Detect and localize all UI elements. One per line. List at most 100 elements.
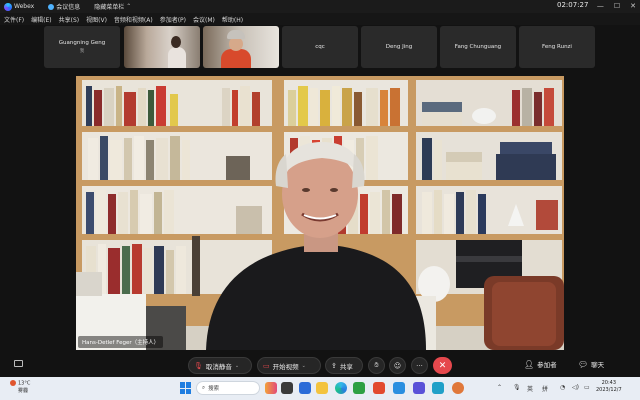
participant-name: Guangning Geng — [58, 40, 106, 46]
active-speaker-video[interactable]: Hans-Detlef Feger（主持人） — [76, 76, 564, 350]
video-off-icon: ▭ — [263, 361, 270, 370]
weather-temp: 13°C — [18, 380, 31, 387]
app-icon[interactable] — [413, 382, 425, 394]
chevron-down-icon[interactable]: ⌄ — [235, 363, 239, 369]
meeting-info-button[interactable]: 会议信息 — [48, 2, 80, 11]
app-icon[interactable] — [452, 382, 464, 394]
participant-video — [221, 30, 251, 68]
unmute-button[interactable]: 🎙︎ 取消静音 ⌄ — [188, 357, 252, 374]
tray-overflow-icon[interactable]: ⌃ — [497, 384, 502, 391]
participant-video-tile[interactable] — [203, 26, 279, 68]
people-icon: 👤︎ — [524, 359, 535, 369]
close-icon[interactable]: ✕ — [630, 0, 636, 13]
participants-button[interactable]: 👤︎ 参加者 — [524, 359, 557, 370]
clock-time: 20:43 — [601, 380, 617, 386]
smiley-icon: ☺ — [393, 361, 402, 370]
chat-button[interactable]: 💬︎ 聊天 — [578, 359, 605, 370]
mic-muted-icon: 🎙︎ — [194, 361, 203, 370]
leave-meeting-button[interactable]: ✕ — [433, 357, 452, 374]
more-icon: ··· — [416, 361, 423, 370]
window-controls: — ☐ ✕ — [597, 0, 636, 13]
hand-icon: ✋︎ — [374, 361, 379, 369]
volume-icon[interactable]: ◁) — [572, 384, 579, 391]
ime-mode[interactable]: 拼 — [542, 384, 548, 393]
edge-icon[interactable] — [335, 382, 347, 394]
windows-start-icon[interactable] — [180, 382, 192, 394]
chevron-down-icon[interactable]: ⌄ — [302, 363, 306, 369]
search-icon: ⌕ — [202, 384, 206, 391]
menu-view[interactable]: 视图(V) — [86, 15, 107, 24]
participant-tile[interactable]: Fang Chunguang — [440, 26, 516, 68]
task-view-icon[interactable] — [281, 382, 293, 394]
meeting-timer: 02:07:27 — [557, 1, 589, 9]
weather-desc: 雾霾 — [18, 387, 29, 394]
close-icon: ✕ — [438, 360, 447, 371]
wifi-icon[interactable]: ◔ — [560, 384, 565, 391]
photo-app-icon[interactable] — [265, 382, 277, 394]
menu-bar: 文件(F) 编辑(E) 共享(S) 视图(V) 音频和视频(A) 参加者(P) … — [0, 13, 640, 25]
captions-icon[interactable] — [14, 360, 23, 367]
hide-menu-label: 隐藏菜单栏 — [94, 4, 125, 11]
search-placeholder: 搜索 — [208, 386, 220, 392]
weather-widget[interactable]: 13°C 雾霾 — [10, 380, 30, 395]
file-explorer-icon[interactable] — [316, 382, 328, 394]
participant-self-tag: 我 — [79, 49, 85, 54]
unmute-label: 取消静音 — [205, 362, 232, 371]
meeting-toolbar: 🎙︎ 取消静音 ⌄ ▭ 开始视频 ⌄ ⇪ 共享 ✋︎ ☺ ··· ✕ 👤︎ 参加… — [0, 352, 640, 376]
menu-participants[interactable]: 参加者(P) — [160, 15, 186, 24]
reactions-button[interactable]: ☺ — [389, 357, 406, 374]
speaker-video-frame — [76, 76, 564, 350]
chevron-up-icon: ⌃ — [126, 3, 132, 10]
share-button[interactable]: ⇪ 共享 — [325, 357, 363, 374]
more-options-button[interactable]: ··· — [411, 357, 428, 374]
participants-label: 参加者 — [537, 361, 557, 369]
menu-audio-video[interactable]: 音频和视频(A) — [114, 15, 153, 24]
start-video-label: 开始视频 — [272, 362, 299, 371]
info-icon — [48, 3, 55, 10]
taskbar-search[interactable]: ⌕ 搜索 — [196, 381, 260, 395]
maximize-icon[interactable]: ☐ — [614, 0, 620, 13]
clock-date: 2023/12/7 — [596, 387, 622, 393]
participant-tile[interactable]: Feng Runzi — [519, 26, 595, 68]
app-icon[interactable] — [373, 382, 385, 394]
participant-tile[interactable]: Guangning Geng 我 — [44, 26, 120, 68]
word-icon[interactable] — [299, 382, 311, 394]
participant-tile[interactable]: Deng Jing — [361, 26, 437, 68]
raise-hand-button[interactable]: ✋︎ — [368, 357, 385, 374]
menu-edit[interactable]: 编辑(E) — [31, 15, 51, 24]
webex-taskbar-icon[interactable] — [432, 382, 444, 394]
speaker-name-label: Hans-Detlef Feger（主持人） — [78, 336, 164, 348]
participant-name: cqc — [315, 44, 325, 50]
share-icon: ⇪ — [331, 361, 337, 370]
menu-meeting[interactable]: 会议(M) — [193, 15, 215, 24]
start-video-button[interactable]: ▭ 开始视频 ⌄ — [257, 357, 321, 374]
meeting-info-label: 会议信息 — [56, 4, 81, 11]
taskbar-clock[interactable]: 20:43 2023/12/7 — [596, 380, 622, 394]
menu-file[interactable]: 文件(F) — [4, 15, 24, 24]
ime-language[interactable]: 英 — [527, 384, 533, 393]
windows-taskbar: 13°C 雾霾 ⌕ 搜索 ⌃ 🎙︎ 英 拼 ◔ ◁) ▭ 20:43 2023/… — [0, 377, 640, 400]
tray-mic-icon[interactable]: 🎙︎ — [513, 384, 521, 391]
webex-window: Webex 会议信息 隐藏菜单栏 ⌃ 02:07:27 — ☐ ✕ 文件(F) … — [0, 0, 640, 400]
app-name: Webex — [14, 3, 35, 10]
chat-label: 聊天 — [591, 361, 605, 369]
menu-help[interactable]: 帮助(H) — [222, 15, 243, 24]
participant-name: Fang Chunguang — [454, 44, 502, 50]
app-icon[interactable] — [393, 382, 405, 394]
weather-icon — [10, 380, 16, 386]
battery-icon[interactable]: ▭ — [584, 384, 590, 391]
wechat-icon[interactable] — [353, 382, 365, 394]
participant-tile[interactable]: cqc — [282, 26, 358, 68]
menu-share[interactable]: 共享(S) — [59, 15, 80, 24]
participant-video — [168, 36, 186, 68]
participant-name: Feng Runzi — [542, 44, 572, 50]
chat-icon: 💬︎ — [578, 359, 589, 369]
title-bar: Webex 会议信息 隐藏菜单栏 ⌃ 02:07:27 — ☐ ✕ — [0, 0, 640, 13]
hide-menu-button[interactable]: 隐藏菜单栏 ⌃ — [94, 2, 131, 11]
share-label: 共享 — [339, 362, 353, 371]
participant-name: Deng Jing — [385, 44, 413, 50]
app-title: Webex — [4, 2, 35, 11]
webex-logo-icon — [4, 2, 12, 11]
minimize-icon[interactable]: — — [597, 0, 604, 13]
participant-video-tile[interactable] — [124, 26, 200, 68]
